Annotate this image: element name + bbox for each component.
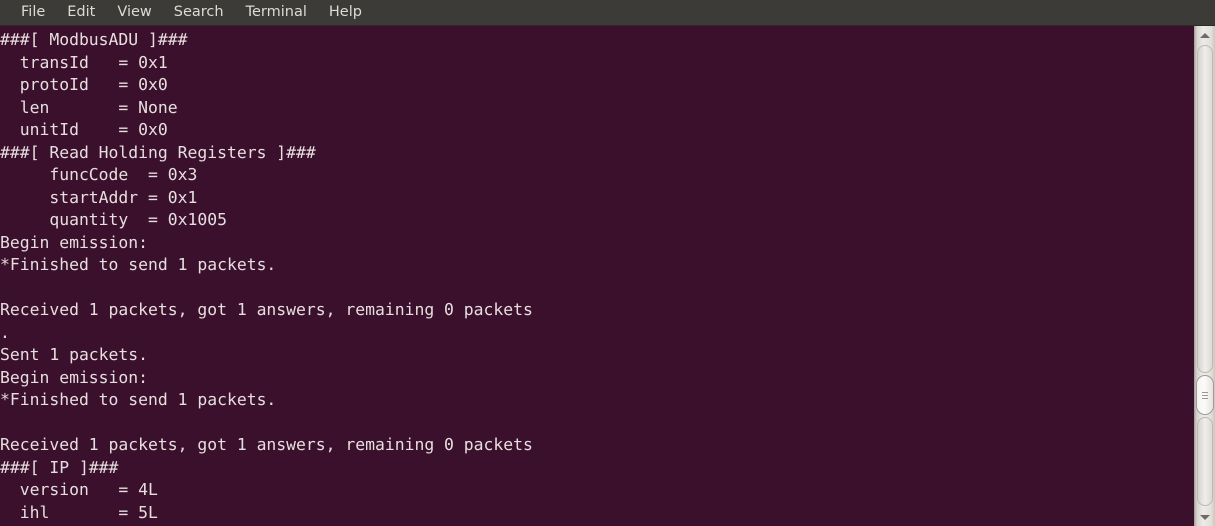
terminal-line: Received 1 packets, got 1 answers, remai…	[0, 435, 533, 454]
terminal-screen: ###[ ModbusADU ]### transId = 0x1 protoI…	[0, 29, 1194, 524]
scroll-up-arrow-icon	[1200, 32, 1210, 38]
terminal-line: funcCode = 0x3	[0, 165, 198, 184]
menu-edit[interactable]: Edit	[58, 1, 104, 24]
grip-line	[1202, 397, 1208, 399]
scroll-down-arrow-icon	[1200, 514, 1210, 520]
scroll-up-button[interactable]	[1195, 26, 1215, 44]
scrollbar-thumb[interactable]	[1196, 375, 1214, 415]
menu-bar: File Edit View Search Terminal Help	[0, 0, 1215, 26]
menu-view[interactable]: View	[108, 1, 160, 24]
terminal-line: version = 4L	[0, 480, 158, 499]
menu-file[interactable]: File	[12, 1, 54, 24]
terminal-line: Begin emission:	[0, 367, 149, 387]
scrollbar-track-upper[interactable]	[1197, 45, 1213, 373]
grip-line	[1202, 394, 1208, 396]
terminal-window: File Edit View Search Terminal Help ###[…	[0, 0, 1215, 526]
terminal-output-area[interactable]: ###[ ModbusADU ]### transId = 0x1 protoI…	[0, 26, 1194, 526]
scroll-down-button[interactable]	[1195, 508, 1215, 526]
terminal-line: ###[ ModbusADU ]###	[0, 30, 188, 49]
terminal-line: unitId = 0x0	[0, 120, 168, 139]
terminal-line: Sent 1 packets.	[0, 345, 149, 364]
terminal-line: startAddr = 0x1	[0, 187, 198, 207]
terminal-line: .	[0, 322, 10, 342]
menu-help[interactable]: Help	[320, 1, 371, 24]
terminal-line: *Finished to send 1 packets.	[0, 390, 277, 409]
terminal-line: transId = 0x1	[0, 52, 168, 72]
terminal-line: quantity = 0x1005	[0, 210, 227, 229]
terminal-line: ###[ IP ]###	[0, 457, 119, 477]
terminal-line: protoId = 0x0	[0, 75, 168, 94]
scrollbar-track-lower[interactable]	[1197, 417, 1213, 506]
terminal-line: ihl = 5L	[0, 502, 158, 522]
terminal-line: *Finished to send 1 packets.	[0, 255, 277, 274]
terminal-line: ###[ Read Holding Registers ]###	[0, 142, 316, 162]
vertical-scrollbar[interactable]	[1194, 26, 1215, 526]
terminal-line: len = None	[0, 97, 178, 117]
menu-search[interactable]: Search	[165, 1, 233, 24]
grip-line	[1202, 391, 1208, 393]
terminal-line: Begin emission:	[0, 232, 149, 252]
menu-terminal[interactable]: Terminal	[237, 1, 316, 24]
terminal-line: Received 1 packets, got 1 answers, remai…	[0, 300, 533, 319]
